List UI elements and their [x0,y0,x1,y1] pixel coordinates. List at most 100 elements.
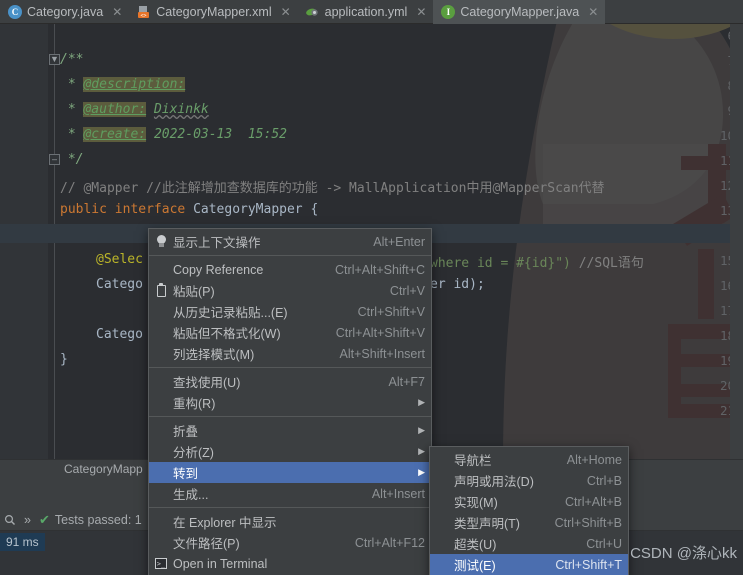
menu-item-shortcut: Ctrl+U [586,536,622,551]
fold-end-icon[interactable]: – [49,154,60,165]
java-class-icon: C [8,5,22,19]
tab-label: CategoryMapper.java [460,5,580,19]
menu-item-label: Open in Terminal [173,556,268,571]
menu-item-shortcut: Alt+Enter [373,234,425,249]
menu-item-shortcut: Ctrl+B [586,473,622,488]
breadcrumb-label: CategoryMapp [64,462,143,476]
clipboard-icon [149,282,173,297]
close-icon[interactable]: ✕ [281,5,291,19]
menu-item-label: 查找使用(U) [173,376,241,390]
menu-item-shortcut: Ctrl+V [389,283,425,298]
javadoc-tag-description: @description: [83,77,186,92]
close-icon[interactable]: ✕ [112,5,122,19]
menu-item-label: 折叠 [173,425,199,439]
close-icon[interactable]: ✕ [416,5,426,19]
menu-item-generate[interactable]: 生成... Alt+Insert [149,483,431,504]
code-method-1: Catego [96,277,143,292]
menu-item-label: 类型声明(T) [454,517,520,531]
menu-item-shortcut: Ctrl+Alt+Shift+V [335,325,425,340]
menu-item-shortcut: Alt+Insert [371,486,425,501]
csdn-watermark: CSDN @涤心kk [630,545,737,562]
menu-separator [149,255,431,256]
chevron-right-icon: ▶ [418,397,425,407]
tests-passed-label: Tests passed: 1 [54,512,142,527]
menu-item-folding[interactable]: 折叠 ▶ [149,420,431,441]
xml-file-icon: <> [137,5,151,19]
tab-application-yml[interactable]: application.yml ✕ [298,0,434,24]
code-close-brace: } [60,352,68,367]
menu-item-shortcut: Ctrl+Alt+Shift+C [335,262,425,277]
menu-item-shortcut: Ctrl+Shift+T [555,557,622,572]
javadoc-author-value: Dixinkk [153,102,209,117]
submenu-item-test[interactable]: 测试(E) Ctrl+Shift+T [430,554,628,575]
menu-item-copy-reference[interactable]: Copy Reference Ctrl+Alt+Shift+C [149,259,431,280]
editor-tab-bar: C Category.java ✕ <> CategoryMapper.xml … [0,0,743,24]
submenu-item-declaration-or-usages[interactable]: 声明或用法(D) Ctrl+B [430,470,628,491]
goto-submenu[interactable]: 导航栏 Alt+Home 声明或用法(D) Ctrl+B 实现(M) Ctrl+… [429,446,629,575]
menu-item-column-selection-mode[interactable]: 列选择模式(M) Alt+Shift+Insert [149,343,431,364]
menu-item-refactor[interactable]: 重构(R) ▶ [149,392,431,413]
menu-item-label: 在 Explorer 中显示 [173,516,277,530]
menu-item-paste-from-history[interactable]: 从历史记录粘贴...(E) Ctrl+Shift+V [149,301,431,322]
menu-item-label: 文件路径(P) [173,537,240,551]
submenu-item-navigation-bar[interactable]: 导航栏 Alt+Home [430,449,628,470]
menu-separator [149,416,431,417]
menu-item-label: 分析(Z) [173,446,214,460]
tab-categorymapper-xml[interactable]: <> CategoryMapper.xml ✕ [129,0,297,24]
menu-item-label: 从历史记录粘贴...(E) [173,306,288,320]
tests-passed-status: ✔ Tests passed: 1 [39,512,142,528]
menu-item-label: 粘贴但不格式化(W) [173,327,281,341]
close-icon[interactable]: ✕ [588,5,598,19]
svg-text:<>: <> [141,13,147,19]
code-type-name: CategoryMapper { [193,202,319,217]
yaml-file-icon [305,5,320,19]
chevron-right-icon: ▶ [418,425,425,435]
code-keyword-public-interface: public interface [60,202,186,217]
menu-item-label: 重构(R) [173,397,216,411]
menu-item-shortcut: Ctrl+Alt+B [565,494,622,509]
menu-item-paste-without-formatting[interactable]: 粘贴但不格式化(W) Ctrl+Alt+Shift+V [149,322,431,343]
menu-item-shortcut: Ctrl+Shift+B [554,515,622,530]
menu-item-shortcut: Alt+F7 [388,374,425,389]
idea-window: C Category.java ✕ <> CategoryMapper.xml … [0,0,743,575]
menu-item-label: 测试(E) [454,559,496,573]
menu-item-paste[interactable]: 粘贴(P) Ctrl+V [149,280,431,301]
menu-item-open-in-terminal[interactable]: >_ Open in Terminal [149,553,431,574]
menu-item-label: 显示上下文操作 [173,236,261,250]
editor-marker-strip[interactable] [730,24,743,459]
menu-item-analyze[interactable]: 分析(Z) ▶ [149,441,431,462]
menu-item-label: 导航栏 [454,454,492,468]
terminal-icon: >_ [155,558,167,569]
menu-item-file-path[interactable]: 文件路径(P) Ctrl+Alt+F12 [149,532,431,553]
menu-item-goto[interactable]: 转到 ▶ [149,462,431,483]
magnifier-icon[interactable] [4,514,16,526]
code-annotation-select: @Selec [96,252,143,267]
tab-label: Category.java [27,5,104,19]
tab-label: CategoryMapper.xml [156,5,272,19]
expand-more-button[interactable]: » [24,513,31,527]
code-sql-tail: where id = #{id}") [430,256,571,271]
menu-item-show-in-explorer[interactable]: 在 Explorer 中显示 [149,511,431,532]
tab-category-java[interactable]: C Category.java ✕ [0,0,129,24]
check-icon: ✔ [38,511,50,527]
menu-item-find-usages[interactable]: 查找使用(U) Alt+F7 [149,371,431,392]
menu-item-shortcut: Alt+Home [566,452,622,467]
test-duration-badge: 91 ms [0,533,45,551]
chevron-right-icon: ▶ [418,467,425,477]
menu-item-label: 实现(M) [454,496,498,510]
submenu-item-implementations[interactable]: 实现(M) Ctrl+Alt+B [430,491,628,512]
menu-item-label: 超类(U) [454,538,497,552]
menu-item-label: 生成... [173,488,209,502]
editor-context-menu[interactable]: 显示上下文操作 Alt+Enter Copy Reference Ctrl+Al… [148,228,432,575]
java-interface-icon: I [441,5,456,19]
menu-separator [149,367,431,368]
menu-item-label: 声明或用法(D) [454,475,534,489]
fold-collapse-icon[interactable]: ▼ [49,54,60,65]
menu-item-shortcut: Ctrl+Alt+F12 [354,535,425,550]
menu-item-label: 转到 [173,467,199,481]
menu-item-show-context-actions[interactable]: 显示上下文操作 Alt+Enter [149,231,431,252]
lightbulb-icon [149,235,173,248]
submenu-item-type-declaration[interactable]: 类型声明(T) Ctrl+Shift+B [430,512,628,533]
tab-categorymapper-java[interactable]: I CategoryMapper.java ✕ [433,0,606,24]
submenu-item-super-class[interactable]: 超类(U) Ctrl+U [430,533,628,554]
